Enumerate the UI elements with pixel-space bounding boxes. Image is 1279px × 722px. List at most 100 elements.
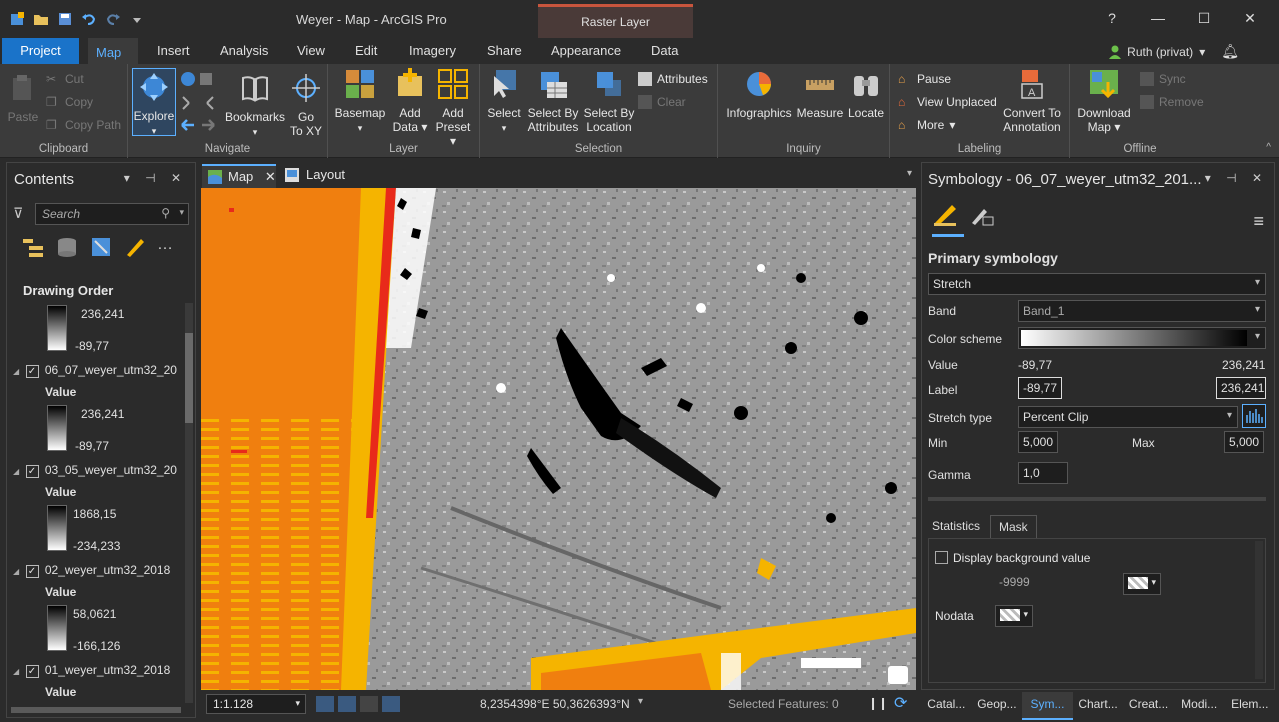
expand-triangle-icon[interactable]: ◢ [13,467,19,476]
histogram-button[interactable] [1242,404,1266,428]
tab-edit[interactable]: Edit [347,38,385,64]
layer-visibility-checkbox[interactable]: ✓ [25,565,39,578]
expand-triangle-icon[interactable]: ◢ [13,367,19,376]
tab-create-features[interactable]: Creat... [1123,692,1174,720]
gamma-input[interactable]: 1,0 [1018,462,1068,484]
pane-controls[interactable]: ▾ ⊣ ✕ [1205,171,1268,185]
infographics-button[interactable]: Infographics [724,68,794,120]
tab-catalog[interactable]: Catal... [921,692,972,720]
scrollbar-thumb[interactable] [185,333,193,423]
display-background-checkbox[interactable] [935,551,948,564]
list-by-selection-icon[interactable] [89,235,111,257]
download-map-button[interactable]: Download Map ▾ [1074,68,1134,134]
inference-icon[interactable] [382,696,400,712]
maximize-icon[interactable]: ☐ [1181,10,1227,27]
layer-item[interactable]: ◢ ✓ 01_weyer_utm32_2018 [13,663,189,678]
pause-drawing-icon[interactable]: ❙❙ [868,696,888,710]
close-tab-icon[interactable]: ✕ [265,169,276,184]
pane-splitter[interactable] [928,497,1266,501]
stretch-type-dropdown[interactable]: Percent Clip [1018,406,1238,428]
select-by-attributes-button[interactable]: Select By Attributes [524,68,582,134]
tab-statistics[interactable]: Statistics [932,519,980,533]
tab-symbology[interactable]: Sym... [1022,692,1073,720]
open-project-icon[interactable] [32,10,50,28]
nodata-color-picker[interactable]: ▾ [995,605,1033,627]
list-by-drawing-order-icon[interactable] [21,235,43,257]
attributes-button[interactable]: Attributes [638,72,708,86]
tab-insert[interactable]: Insert [149,38,198,64]
list-by-source-icon[interactable] [55,235,77,257]
chevron-down-icon[interactable]: ▾ [638,696,643,707]
tab-map[interactable]: Map [88,38,138,64]
expand-triangle-icon[interactable]: ◢ [13,667,19,676]
tab-view[interactable]: View [289,38,333,64]
chevron-down-icon[interactable]: ▾ [179,207,184,218]
more-options-icon[interactable]: … [157,235,173,257]
user-account[interactable]: Ruth (privat) ▾ 🔔︎ [1109,43,1239,60]
redo-icon[interactable] [104,10,122,28]
list-by-editing-icon[interactable] [123,235,145,257]
select-button[interactable]: Select ▾ [484,68,524,135]
undo-icon[interactable] [80,10,98,28]
bookmarks-button[interactable]: Bookmarks ▾ [224,72,286,139]
layer-visibility-checkbox[interactable]: ✓ [25,465,39,478]
save-icon[interactable] [56,10,74,28]
fixed-zoom-icon[interactable] [180,94,216,112]
cut-button[interactable]: ✂ Cut [46,72,84,86]
vary-symbology-tab[interactable] [970,203,994,230]
measure-button[interactable]: Measure [796,68,844,120]
tab-share[interactable]: Share [479,38,530,64]
select-by-location-button[interactable]: Select By Location [582,68,636,134]
basemap-button[interactable]: Basemap ▾ [332,68,388,135]
hamburger-menu-icon[interactable]: ≡ [1253,211,1264,232]
tab-geoprocessing[interactable]: Geop... [972,692,1023,720]
view-unplaced-button[interactable]: ⌂ View Unplaced [898,95,997,109]
scale-selector[interactable]: 1:1.128 ▾ [206,694,306,714]
add-data-button[interactable]: Add Data ▾ [390,68,430,134]
tab-analysis[interactable]: Analysis [212,38,276,64]
map-canvas[interactable] [201,188,916,690]
overview-map-icon[interactable] [888,666,908,684]
layer-item[interactable]: ◢ ✓ 02_weyer_utm32_2018 [13,563,189,578]
layer-item[interactable]: ◢ ✓ 06_07_weyer_utm32_20 [13,363,189,378]
tab-project[interactable]: Project [2,38,79,64]
filter-icon[interactable]: ⊽ [13,205,23,222]
layer-visibility-checkbox[interactable]: ✓ [25,365,39,378]
label-min-input[interactable]: -89,77 [1018,377,1062,399]
customize-qat-icon[interactable] [128,10,146,28]
new-project-icon[interactable] [8,10,26,28]
min-input[interactable]: 5,000 [1018,431,1058,453]
remove-button[interactable]: Remove [1140,95,1204,109]
mask-scrollbar[interactable] [1255,541,1263,679]
layer-item[interactable]: ◢ ✓ 03_05_weyer_utm32_20 [13,463,189,478]
add-preset-button[interactable]: Add Preset ▾ [432,68,474,148]
snapping-icon[interactable] [316,696,334,712]
copy-button[interactable]: ❐ Copy [46,95,93,109]
collapse-ribbon-icon[interactable]: ^ [1266,142,1271,153]
grid-icon[interactable] [338,696,356,712]
full-extent-icon[interactable] [180,70,216,88]
primary-symbology-tab[interactable] [932,201,964,237]
tab-mask[interactable]: Mask [990,515,1037,538]
clear-selection-button[interactable]: Clear [638,95,686,109]
label-max-input[interactable]: 236,241 [1216,377,1266,399]
tab-data[interactable]: Data [643,38,686,64]
minimize-icon[interactable]: — [1135,10,1181,27]
refresh-icon[interactable]: ⟳ [894,693,907,713]
background-color-picker[interactable]: ▾ [1123,573,1161,595]
sync-button[interactable]: Sync [1140,72,1186,86]
search-input[interactable]: Search ⚲ ▾ [35,203,189,225]
close-icon[interactable]: ✕ [1227,10,1273,27]
constraints-icon[interactable] [360,696,378,712]
layer-visibility-checkbox[interactable]: ✓ [25,665,39,678]
notification-bell-icon[interactable]: 🔔︎ [1221,43,1239,60]
help-button[interactable]: ? [1089,10,1135,27]
tab-element[interactable]: Elem... [1224,692,1275,720]
max-input[interactable]: 5,000 [1224,431,1264,453]
copy-path-button[interactable]: ❐ Copy Path [46,118,121,132]
contents-scrollbar[interactable] [185,303,193,703]
tab-appearance[interactable]: Appearance [543,38,629,64]
paste-button[interactable]: Paste [6,72,40,124]
band-dropdown[interactable]: Band_1 [1018,300,1266,322]
search-icon[interactable]: ⚲ [161,206,170,220]
